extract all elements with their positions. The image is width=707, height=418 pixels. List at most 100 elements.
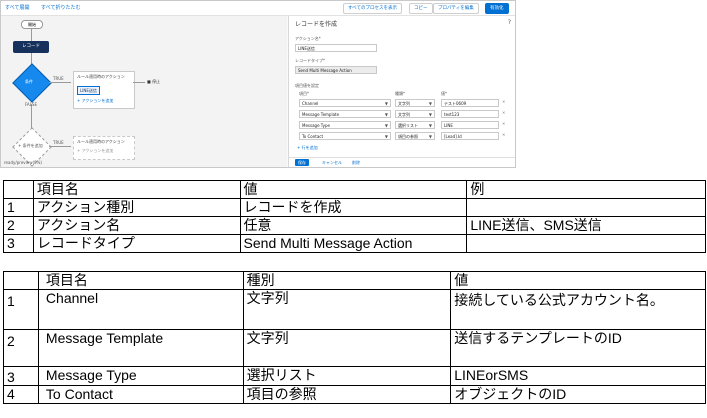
action-name-input[interactable]: LINE送信 bbox=[295, 44, 377, 52]
item-name-cell: アクション名 bbox=[32, 216, 241, 235]
field-select[interactable]: Message Template ▼ bbox=[299, 110, 391, 118]
row-number: 1 bbox=[3, 289, 39, 330]
header-cell: 例 bbox=[466, 180, 706, 199]
panel-footer: 保存 キャンセル 削除 bbox=[289, 157, 515, 167]
help-icon[interactable]: ? bbox=[508, 19, 511, 26]
remove-row-icon[interactable]: ✕ bbox=[502, 110, 505, 115]
builder-toolbar: すべて展開 すべて折りたたむ すべてのプロセスを表示 コピー プロパティを編集 … bbox=[1, 1, 515, 16]
table-row: 1 Channel 文字列 接続している公式アカウント名。 bbox=[3, 289, 706, 330]
action-settings-table: 項目名 値 例 1 アクション種別 レコードを作成 2 アクション名 任意 LI… bbox=[3, 180, 706, 253]
value-cell: LINEorSMS bbox=[450, 366, 706, 386]
row-number: 4 bbox=[3, 385, 39, 404]
type-select[interactable]: 項目の参照 ▼ bbox=[395, 132, 435, 140]
header-cell: 値 bbox=[450, 271, 706, 290]
flow-canvas: 開始 レコード 条件 TRUE FALSE ルール適用時のアクション LINE送… bbox=[1, 16, 287, 167]
type-select[interactable]: 選択リスト ▼ bbox=[395, 121, 435, 129]
type-cell: 項目の参照 bbox=[242, 385, 452, 404]
type-select[interactable]: 文字列 ▼ bbox=[395, 99, 435, 107]
value-input[interactable]: [Lead].Id bbox=[441, 132, 499, 140]
table-row: 4 To Contact 項目の参照 オブジェクトのID bbox=[3, 385, 706, 404]
table-header-row: 項目名 種別 値 bbox=[3, 271, 706, 290]
type-cell: 文字列 bbox=[242, 329, 452, 367]
field-row: Message Type ▼ 選択リスト ▼ LINE ✕ bbox=[295, 121, 509, 130]
row-number: 3 bbox=[3, 366, 39, 386]
activate-button[interactable]: 有効化 bbox=[485, 3, 509, 14]
table-row: 1 アクション種別 レコードを作成 bbox=[3, 198, 706, 217]
add-row-link[interactable]: + 行を追加 bbox=[297, 145, 318, 151]
value-cell: Send Multi Message Action bbox=[239, 234, 468, 253]
item-name-cell: レコードタイプ bbox=[32, 234, 241, 253]
field-select[interactable]: To Contact ▼ bbox=[299, 132, 391, 140]
delete-button[interactable]: 削除 bbox=[349, 159, 363, 166]
create-record-panel: レコードを作成 ? アクション名* LINE送信 レコードタイプ* Send M… bbox=[288, 16, 515, 167]
field-row: Message Template ▼ 文字列 ▼ test123 ✕ bbox=[295, 110, 509, 119]
row-number: 3 bbox=[3, 234, 34, 253]
remove-row-icon[interactable]: ✕ bbox=[502, 132, 505, 137]
row-number: 2 bbox=[3, 216, 34, 235]
cancel-button[interactable]: キャンセル bbox=[319, 159, 345, 166]
example-cell bbox=[466, 234, 706, 253]
panel-title: レコードを作成 bbox=[295, 21, 338, 28]
col-field-header: 項目* bbox=[299, 91, 309, 96]
header-cell: 値 bbox=[239, 180, 468, 199]
action-group-title: ルール適用時のアクション bbox=[77, 74, 125, 79]
field-values-label: 項目値を設定 bbox=[295, 83, 319, 88]
remove-row-icon[interactable]: ✕ bbox=[502, 99, 505, 104]
value-cell: オブジェクトのID bbox=[450, 385, 706, 404]
header-cell: 種別 bbox=[242, 271, 452, 290]
stop-node: ■ 停止 bbox=[147, 79, 161, 84]
row-number: 2 bbox=[3, 329, 39, 367]
copy-button[interactable]: コピー bbox=[409, 3, 433, 14]
true-label-2: TRUE bbox=[53, 140, 64, 145]
canvas-status: ready/preview(0%) bbox=[4, 160, 42, 165]
field-settings-table: 項目名 種別 値 1 Channel 文字列 接続している公式アカウント名。 2… bbox=[3, 271, 706, 404]
action-group-title-2: ルール適用時のアクション bbox=[77, 139, 125, 144]
type-select[interactable]: 文字列 ▼ bbox=[395, 110, 435, 118]
value-cell: レコードを作成 bbox=[239, 198, 468, 217]
record-node[interactable]: レコード bbox=[13, 41, 49, 53]
item-name-cell: Message Type bbox=[37, 366, 244, 386]
expand-all-link[interactable]: すべて展開 bbox=[5, 4, 29, 11]
field-select[interactable]: Message Type ▼ bbox=[299, 121, 391, 129]
table-row: 2 アクション名 任意 LINE送信、SMS送信 bbox=[3, 216, 706, 235]
table-row: 3 レコードタイプ Send Multi Message Action bbox=[3, 234, 706, 253]
field-row: To Contact ▼ 項目の参照 ▼ [Lead].Id ✕ bbox=[295, 132, 509, 141]
header-cell bbox=[3, 180, 34, 199]
add-decision-label: + 条件を追加 bbox=[18, 143, 43, 148]
example-cell bbox=[466, 198, 706, 217]
false-label: FALSE bbox=[25, 102, 37, 107]
example-cell: LINE送信、SMS送信 bbox=[466, 216, 706, 235]
record-type-label: レコードタイプ* bbox=[295, 58, 325, 63]
item-name-cell: Channel bbox=[37, 289, 244, 330]
col-value-header: 値* bbox=[441, 91, 447, 96]
value-input[interactable]: LINE bbox=[441, 121, 499, 129]
show-processes-button[interactable]: すべてのプロセスを表示 bbox=[343, 3, 403, 14]
save-button[interactable]: 保存 bbox=[295, 159, 309, 166]
type-cell: 選択リスト bbox=[242, 366, 452, 386]
record-type-input[interactable]: Send Multi Message Action bbox=[295, 66, 377, 74]
col-type-header: 種類* bbox=[395, 91, 405, 96]
decision-label: 条件 bbox=[25, 79, 33, 84]
edit-properties-button[interactable]: プロパティを編集 bbox=[433, 3, 479, 14]
value-cell: 送信するテンプレートのID bbox=[450, 329, 706, 367]
action-name-label: アクション名* bbox=[295, 36, 321, 41]
process-builder-screenshot: すべて展開 すべて折りたたむ すべてのプロセスを表示 コピー プロパティを編集 … bbox=[0, 0, 516, 168]
remove-row-icon[interactable]: ✕ bbox=[502, 121, 505, 126]
header-cell: 項目名 bbox=[37, 271, 244, 290]
start-node: 開始 bbox=[21, 20, 43, 29]
item-name-cell: Message Template bbox=[37, 329, 244, 367]
field-row: Channel ▼ 文字列 ▼ テスト0609 ✕ bbox=[295, 99, 509, 108]
field-select[interactable]: Channel ▼ bbox=[299, 99, 391, 107]
collapse-all-link[interactable]: すべて折りたたむ bbox=[41, 4, 80, 11]
add-action-link-2[interactable]: + アクションを追加 bbox=[77, 148, 113, 154]
table-row: 2 Message Template 文字列 送信するテンプレートのID bbox=[3, 329, 706, 367]
table-row: 3 Message Type 選択リスト LINEorSMS bbox=[3, 366, 706, 386]
line-send-action[interactable]: LINE送信 bbox=[77, 86, 100, 95]
header-cell bbox=[3, 271, 39, 290]
add-action-link[interactable]: + アクションを追加 bbox=[77, 98, 113, 104]
value-input[interactable]: テスト0609 bbox=[441, 99, 499, 107]
stop-label: 停止 bbox=[152, 79, 161, 84]
row-number: 1 bbox=[3, 198, 34, 217]
value-input[interactable]: test123 bbox=[441, 110, 499, 118]
type-cell: 文字列 bbox=[242, 289, 452, 330]
